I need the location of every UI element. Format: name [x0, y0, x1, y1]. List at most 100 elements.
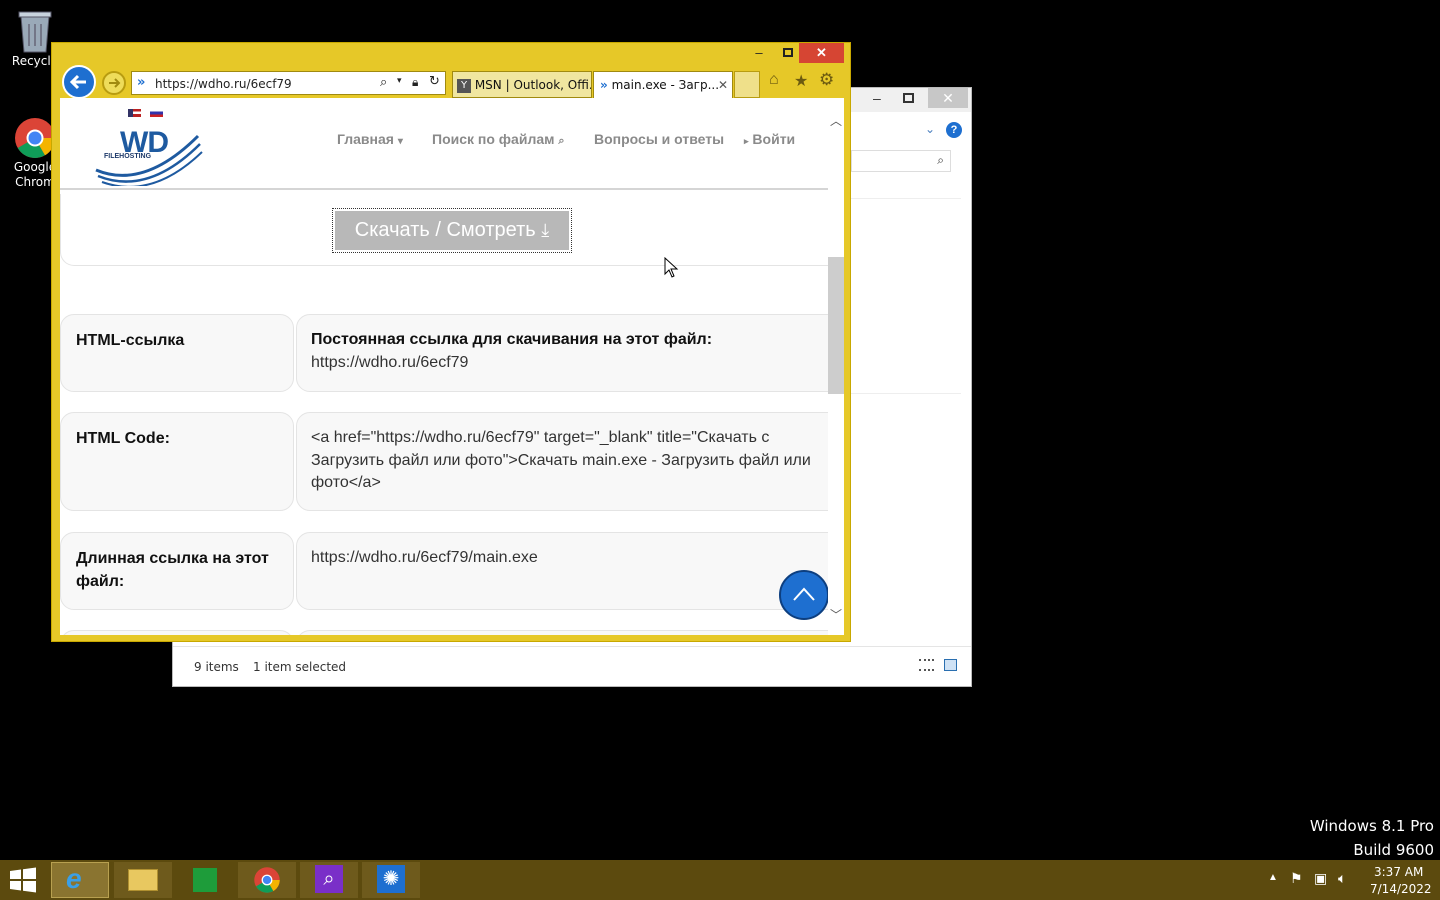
- taskbar-ie[interactable]: e: [51, 862, 109, 898]
- ie-browser-window[interactable]: – ✕ » https://wdho.ru/6ecf79 ⌕ ▾ 🔒︎ ↻ Y …: [51, 42, 851, 642]
- maximize-icon[interactable]: [903, 93, 914, 103]
- caret-right-icon: ▸: [744, 136, 749, 146]
- nav-home[interactable]: Главная ▾: [337, 131, 403, 147]
- chrome-icon: [254, 867, 280, 893]
- close-icon[interactable]: ✕: [799, 43, 844, 63]
- help-icon[interactable]: ?: [946, 122, 962, 138]
- network-icon[interactable]: ▣: [1314, 870, 1327, 887]
- sun-icon: ✺: [377, 865, 405, 893]
- tab-main-exe-label: main.exe - Загр...: [611, 78, 720, 92]
- show-hidden-icons-icon[interactable]: ▲: [1268, 872, 1278, 883]
- explorer-separator-2: [851, 393, 961, 394]
- row-html-code-line2[interactable]: Загрузить файл или фото">Скачать main.ex…: [311, 450, 811, 473]
- row-html-link-value[interactable]: https://wdho.ru/6ecf79: [311, 352, 468, 375]
- nav-search-label: Поиск по файлам: [432, 131, 555, 147]
- search-icon[interactable]: ⌕: [380, 75, 387, 90]
- large-icons-view-icon[interactable]: [944, 659, 957, 671]
- row-html-code-line3[interactable]: фото</a>: [311, 472, 381, 495]
- back-button[interactable]: [62, 65, 96, 99]
- vertical-scrollbar[interactable]: ︿ ﹀: [828, 112, 844, 635]
- download-button-label: Скачать / Смотреть: [354, 219, 536, 241]
- row-long-link-label-card: Длинная ссылка на этот файл:: [60, 532, 294, 610]
- items-count: 9 items: [194, 660, 239, 674]
- tab-msn-label: MSN | Outlook, Offi...: [474, 78, 592, 92]
- taskbar-store[interactable]: [176, 862, 234, 898]
- minimize-icon[interactable]: –: [873, 90, 881, 106]
- store-icon: [193, 868, 217, 892]
- mouse-cursor-icon: [664, 257, 679, 278]
- explorer-separator: [851, 198, 961, 199]
- clock-time[interactable]: 3:37 AM: [1374, 865, 1423, 879]
- site-header: WD FILEHOSTING Главная ▾ Поиск по файлам…: [60, 98, 830, 190]
- start-button[interactable]: [8, 866, 40, 894]
- tab-main-exe[interactable]: » main.exe - Загр... ✕: [593, 71, 733, 98]
- scrollbar-thumb[interactable]: [828, 257, 844, 394]
- refresh-icon[interactable]: ↻: [429, 74, 440, 89]
- volume-muted-icon[interactable]: 🔈︎: [1338, 870, 1346, 887]
- tab-msn[interactable]: Y MSN | Outlook, Offi...: [452, 71, 592, 98]
- action-center-flag-icon[interactable]: ⚑: [1290, 870, 1303, 887]
- flag-us-icon[interactable]: [128, 109, 141, 117]
- row-html-link-caption: Постоянная ссылка для скачивания на этот…: [311, 331, 713, 348]
- msn-tab-icon: Y: [457, 78, 471, 93]
- taskbar-sun-app[interactable]: ✺: [362, 862, 420, 898]
- search-icon: ⌕: [937, 153, 944, 167]
- recycle-bin-icon: [18, 11, 52, 53]
- gear-icon[interactable]: ⚙: [819, 70, 834, 90]
- page-content: WD FILEHOSTING Главная ▾ Поиск по файлам…: [60, 98, 844, 635]
- nav-faq[interactable]: Вопросы и ответы: [594, 131, 724, 147]
- page-icon: »: [600, 78, 608, 92]
- row-html-link-value-card: Постоянная ссылка для скачивания на этот…: [296, 314, 844, 392]
- explorer-status-bar: 9 items 1 item selected: [173, 646, 971, 686]
- download-button-face: Скачать / Смотреть ⤓: [335, 211, 569, 250]
- row-next-label-card: [60, 630, 294, 635]
- row-html-link-label-card: HTML-ссылка: [60, 314, 294, 392]
- close-icon[interactable]: ✕: [928, 88, 968, 108]
- row-long-link-label-1: Длинная ссылка на этот: [76, 550, 269, 567]
- favorites-star-icon[interactable]: ★: [794, 71, 808, 91]
- minimize-icon[interactable]: –: [749, 43, 769, 63]
- nav-login-label: Войти: [752, 131, 796, 147]
- row-html-code-line1[interactable]: <a href="https://wdho.ru/6ecf79" target=…: [311, 427, 769, 450]
- folder-icon: [128, 869, 158, 891]
- page-icon: »: [137, 75, 146, 90]
- windows-version-watermark: Windows 8.1 Pro: [1309, 817, 1434, 835]
- row-next-value-card: [296, 630, 844, 635]
- windows-build-watermark: Build 9600: [1353, 841, 1434, 859]
- dropdown-icon[interactable]: ▾: [397, 76, 402, 86]
- row-html-code-value-card: <a href="https://wdho.ru/6ecf79" target=…: [296, 412, 844, 511]
- download-button[interactable]: Скачать / Смотреть ⤓: [332, 208, 572, 253]
- row-html-code-label-card: HTML Code:: [60, 412, 294, 511]
- home-icon[interactable]: ⌂: [769, 71, 779, 89]
- lock-icon: 🔒︎: [412, 75, 419, 89]
- site-logo[interactable]: WD FILEHOSTING: [94, 122, 204, 186]
- arrow-right-icon: [109, 78, 121, 88]
- row-html-link-label: HTML-ссылка: [76, 332, 185, 349]
- chevron-up-icon[interactable]: ︿: [830, 112, 842, 129]
- row-long-link-value[interactable]: https://wdho.ru/6ecf79/main.exe: [311, 547, 538, 570]
- chevron-down-icon[interactable]: ﹀: [830, 606, 842, 623]
- search-icon: ⌕: [558, 135, 565, 147]
- nav-login[interactable]: ▸ Войти: [744, 131, 795, 147]
- magnifier-icon: ⌕: [315, 865, 343, 893]
- forward-button[interactable]: [102, 71, 126, 95]
- nav-search[interactable]: Поиск по файлам ⌕: [432, 131, 565, 148]
- address-text[interactable]: https://wdho.ru/6ecf79: [155, 77, 292, 91]
- row-long-link-value-card: https://wdho.ru/6ecf79/main.exe: [296, 532, 844, 610]
- nav-home-label: Главная: [337, 131, 394, 147]
- close-tab-icon[interactable]: ✕: [718, 72, 728, 98]
- row-html-code-label: HTML Code:: [76, 430, 170, 447]
- flag-ru-icon[interactable]: [150, 109, 163, 117]
- address-bar[interactable]: » https://wdho.ru/6ecf79 ⌕ ▾ 🔒︎ ↻: [131, 71, 446, 95]
- chevron-down-icon[interactable]: ⌄: [925, 122, 935, 136]
- explorer-search-box[interactable]: ⌕: [851, 150, 951, 172]
- maximize-icon[interactable]: [778, 43, 798, 63]
- new-tab-button[interactable]: [734, 71, 760, 98]
- details-view-icon[interactable]: [919, 659, 934, 671]
- taskbar-file-explorer[interactable]: [114, 862, 172, 898]
- clock-date[interactable]: 7/14/2022: [1370, 882, 1432, 896]
- taskbar-search-app[interactable]: ⌕: [300, 862, 358, 898]
- taskbar-chrome[interactable]: [238, 862, 296, 898]
- scroll-to-top-button[interactable]: [779, 570, 829, 620]
- logo-wave-icon: [95, 134, 203, 186]
